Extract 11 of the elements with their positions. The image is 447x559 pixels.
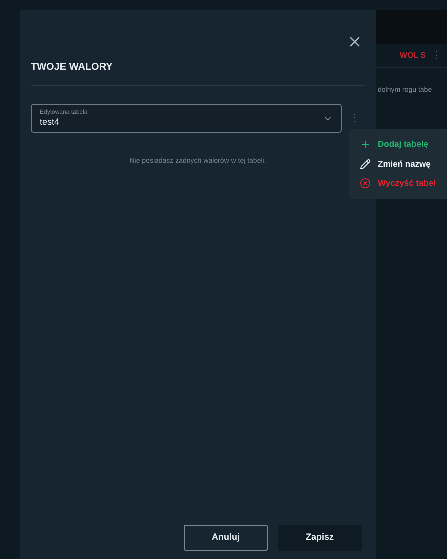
circle-x-icon xyxy=(360,178,371,190)
dialog-title: TWOJE WALORY xyxy=(31,61,114,75)
plus-icon xyxy=(360,138,371,150)
select-value: test4 xyxy=(40,118,60,127)
pencil-icon xyxy=(360,158,371,170)
top-bar xyxy=(376,10,447,44)
cancel-button[interactable]: Anuluj xyxy=(184,525,268,551)
menu-item[interactable]: Dodaj tabelę xyxy=(360,138,447,151)
column-label: WOL S xyxy=(400,50,426,62)
save-button[interactable]: Zapisz xyxy=(278,525,362,551)
menu-item[interactable]: Zmień nazwę xyxy=(360,158,447,170)
